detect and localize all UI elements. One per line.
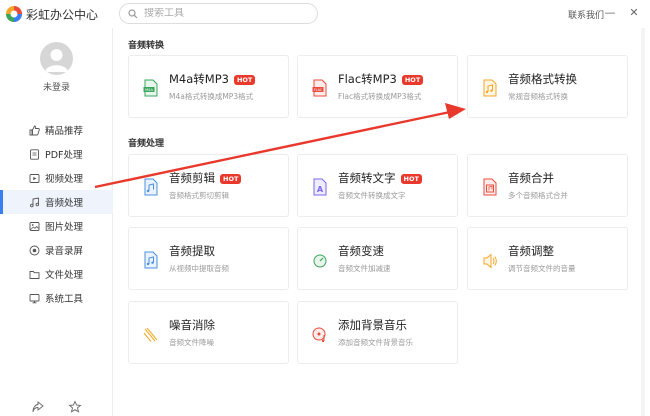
scrollbar[interactable] <box>641 28 645 416</box>
tool-card-title: 音频转文字 HOT <box>338 170 422 186</box>
tool-card-desc: 从视频中提取音频 <box>169 264 229 273</box>
tool-card-desc: Flac格式转换成MP3格式 <box>338 92 422 101</box>
tool-card-desc: M4a格式转换成MP3格式 <box>169 92 254 101</box>
audio-extract-icon <box>144 251 158 269</box>
sidebar: 未登录 精品推荐 PDF处理 视频处理 音频处理 图片处理 录音录屏 文件处理 … <box>0 28 113 416</box>
sidebar-footer <box>0 394 113 416</box>
tool-card-desc: 音频格式剪切剪辑 <box>169 191 229 200</box>
tool-card-title: 音频格式转换 <box>508 72 577 86</box>
tool-card-title: 音频调整 <box>508 244 554 258</box>
sidebar-item-system[interactable]: 系统工具 <box>0 286 113 310</box>
tool-card-audio-cut[interactable]: 音频剪辑 HOT 音频格式剪切剪辑 <box>128 154 289 217</box>
sidebar-item-audio[interactable]: 音频处理 <box>0 190 113 214</box>
sidebar-item-video[interactable]: 视频处理 <box>0 166 113 190</box>
tool-card-title: 添加背景音乐 <box>338 318 407 332</box>
sidebar-item-image[interactable]: 图片处理 <box>0 214 113 238</box>
thumbs-up-icon <box>29 125 40 135</box>
svg-text:FLAC: FLAC <box>314 88 323 92</box>
m4a-icon: M4A <box>143 79 158 97</box>
title-bar: 彩虹办公中心 联系我们 — ✕ <box>0 0 650 28</box>
sidebar-item-label: 音频处理 <box>45 198 84 209</box>
section-title-convert: 音频转换 <box>128 41 165 51</box>
tool-card-audio-to-text[interactable]: A 音频转文字 HOT 音频文件转换成文字 <box>297 154 458 217</box>
audio-to-text-icon: A <box>313 178 327 196</box>
svg-text:M4A: M4A <box>145 88 153 92</box>
share-icon[interactable] <box>31 400 45 414</box>
sidebar-item-label: 视频处理 <box>45 174 84 185</box>
folder-icon <box>29 270 40 279</box>
hot-badge: HOT <box>401 74 424 85</box>
search-input[interactable] <box>144 8 294 19</box>
noise-icon <box>143 327 158 342</box>
tool-card-desc: 调节音频文件的音量 <box>508 264 576 273</box>
sidebar-item-file[interactable]: 文件处理 <box>0 262 113 286</box>
hot-badge: HOT <box>220 173 242 184</box>
record-icon <box>29 245 40 255</box>
rainbow-logo-icon <box>6 6 22 22</box>
user-icon <box>45 49 68 72</box>
section-title-process: 音频处理 <box>128 139 165 149</box>
close-button[interactable]: ✕ <box>627 6 641 19</box>
sidebar-item-label: 文件处理 <box>45 270 84 281</box>
music-icon <box>30 196 40 207</box>
tool-card-audio-merge[interactable]: 音频合并 多个音频格式合并 <box>467 154 628 217</box>
sidebar-item-label: 图片处理 <box>45 222 84 233</box>
search-box[interactable] <box>119 3 318 24</box>
sidebar-item-label: 精品推荐 <box>45 126 84 137</box>
tool-card-title: 音频变速 <box>338 244 384 258</box>
minimize-button[interactable]: — <box>603 6 617 19</box>
sidebar-item-label: 录音录屏 <box>45 246 84 257</box>
audio-convert-icon <box>483 79 497 97</box>
app-title: 彩虹办公中心 <box>26 8 99 22</box>
star-icon[interactable] <box>68 400 82 414</box>
sidebar-nav: 精品推荐 PDF处理 视频处理 音频处理 图片处理 录音录屏 文件处理 系统工具 <box>0 118 113 310</box>
tool-card-flac-to-mp3[interactable]: FLAC Flac转MP3 HOT Flac格式转换成MP3格式 <box>297 55 458 118</box>
search-icon <box>128 8 138 18</box>
app-window: 彩虹办公中心 联系我们 — ✕ 未登录 精品推荐 <box>0 0 650 416</box>
tool-card-title: 噪音消除 <box>169 318 215 332</box>
login-status[interactable]: 未登录 <box>0 80 113 93</box>
main-content: 音频转换 音频处理 M4A M4a转MP3 HOT M4a格式转换成MP3格式 F… <box>113 28 650 416</box>
tool-card-desc: 音频文件降噪 <box>169 338 214 347</box>
video-icon <box>29 173 40 183</box>
pdf-icon <box>30 148 39 160</box>
tool-card-desc: 常规音频格式转换 <box>508 92 568 101</box>
tool-card-title: Flac转MP3 HOT <box>338 71 424 87</box>
flac-icon: FLAC <box>312 79 327 97</box>
tool-card-audio-format-convert[interactable]: 音频格式转换 常规音频格式转换 <box>467 55 628 118</box>
tool-card-desc: 音频文件加减速 <box>338 264 391 273</box>
tool-card-audio-extract[interactable]: 音频提取 从视频中提取音频 <box>128 227 289 290</box>
audio-speed-icon <box>313 254 327 268</box>
tool-card-title: 音频剪辑 HOT <box>169 170 242 186</box>
tool-card-desc: 音频文件转换成文字 <box>338 191 406 200</box>
tool-card-m4a-to-mp3[interactable]: M4A M4a转MP3 HOT M4a格式转换成MP3格式 <box>128 55 289 118</box>
sidebar-item-label: 系统工具 <box>45 294 84 305</box>
system-icon <box>29 293 40 303</box>
tool-card-volume-adjust[interactable]: 音频调整 调节音频文件的音量 <box>467 227 628 290</box>
tool-card-title: 音频提取 <box>169 244 215 258</box>
tool-card-desc: 添加音频文件背景音乐 <box>338 338 413 347</box>
sidebar-item-pdf[interactable]: PDF处理 <box>0 142 113 166</box>
tool-card-title: 音频合并 <box>508 171 554 185</box>
tool-card-noise-removal[interactable]: 噪音消除 音频文件降噪 <box>128 301 289 364</box>
bgm-icon <box>312 327 326 343</box>
hot-badge: HOT <box>400 173 422 184</box>
sidebar-item-recommend[interactable]: 精品推荐 <box>0 118 113 142</box>
sidebar-item-record[interactable]: 录音录屏 <box>0 238 113 262</box>
tool-card-audio-speed[interactable]: 音频变速 音频文件加减速 <box>297 227 458 290</box>
volume-icon <box>483 253 497 269</box>
avatar[interactable] <box>40 42 73 75</box>
tool-card-desc: 多个音频格式合并 <box>508 191 568 200</box>
tool-card-add-bgm[interactable]: 添加背景音乐 添加音频文件背景音乐 <box>297 301 458 364</box>
sidebar-item-label: PDF处理 <box>45 150 83 161</box>
audio-cut-icon <box>144 178 158 196</box>
contact-us-link[interactable]: 联系我们 <box>568 8 604 21</box>
tool-card-title: M4a转MP3 HOT <box>169 71 256 87</box>
svg-text:A: A <box>317 185 324 194</box>
image-icon <box>29 221 40 231</box>
hot-badge: HOT <box>233 74 256 85</box>
audio-merge-icon <box>483 178 497 196</box>
